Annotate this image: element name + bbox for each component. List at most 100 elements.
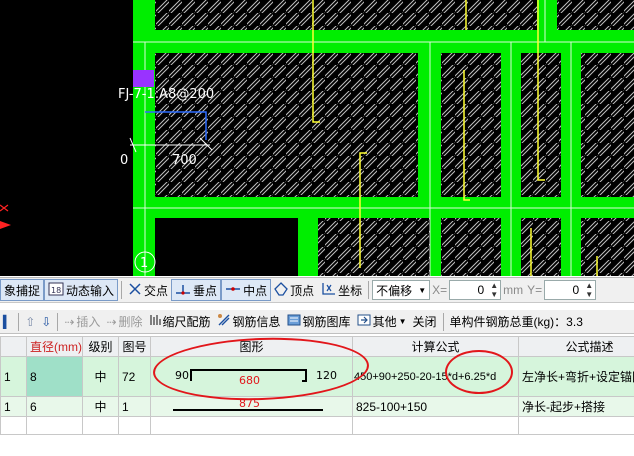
- expand-icon[interactable]: ▍: [0, 311, 15, 333]
- rebar-library-icon: [287, 313, 301, 330]
- cad-canvas[interactable]: 1 FJ-7-1:A8@200 0 700: [0, 0, 634, 276]
- row-index: 1: [0, 356, 27, 397]
- rebar-info-label: 钢筋信息: [232, 315, 281, 329]
- spinner-arrows-icon[interactable]: ▲ ▼: [490, 281, 498, 299]
- coordinate-snap-button[interactable]: 坐标: [317, 279, 365, 301]
- chevron-down-icon: ▼: [398, 317, 407, 326]
- perpendicular-label: 垂点: [193, 283, 218, 298]
- separator: [442, 312, 444, 331]
- shape-cell[interactable]: 90 680 120: [150, 356, 353, 397]
- other-icon: [357, 313, 371, 330]
- x-label: X=: [432, 283, 448, 297]
- formula-cell[interactable]: 450+90+250-20-15*d+6.25*d: [352, 356, 519, 397]
- dim-right: 700: [172, 153, 197, 168]
- perpendicular-snap-button[interactable]: 垂点: [171, 279, 222, 301]
- other-menu-button[interactable]: 其他 ▼: [354, 311, 410, 333]
- rebar-info-button[interactable]: 钢筋信息: [214, 311, 284, 333]
- midpoint-snap-button[interactable]: 中点: [221, 279, 272, 301]
- y-label: Y=: [527, 283, 543, 297]
- insert-button[interactable]: ⇢ 插入: [61, 311, 103, 333]
- col-diameter[interactable]: 直径(mm): [26, 336, 83, 357]
- shape-mid-value: 875: [239, 397, 260, 410]
- separator: [18, 312, 20, 331]
- move-down-button[interactable]: ⇩: [38, 311, 54, 333]
- figure-no-cell[interactable]: 1: [118, 396, 151, 417]
- x-value: 0: [477, 283, 485, 297]
- svg-text:18: 18: [51, 286, 61, 295]
- description-cell[interactable]: 左净长+弯折+设定锚固: [518, 356, 634, 397]
- x-input[interactable]: 0 ▲ ▼: [449, 280, 502, 300]
- grade-cell[interactable]: 中: [82, 396, 119, 417]
- arrow-down-icon: ⇩: [41, 314, 52, 329]
- scale-rebar-label: 缩尺配筋: [162, 315, 211, 329]
- chevron-down-icon: ▼: [418, 285, 427, 295]
- rebar-shape-drawing: 90 680 120: [175, 369, 337, 387]
- shape-left-value: 90: [175, 369, 189, 382]
- shape-mid-value: 680: [239, 374, 260, 387]
- scale-rebar-icon: [149, 313, 161, 330]
- close-button[interactable]: 关闭: [410, 311, 440, 333]
- midpoint-icon: [225, 282, 241, 299]
- col-index: [0, 336, 27, 357]
- rebar-info-icon: [217, 313, 231, 330]
- intersection-snap-button[interactable]: 交点: [125, 279, 171, 301]
- object-snap-button[interactable]: 象捕捉: [0, 279, 45, 301]
- grip-handle[interactable]: [133, 70, 154, 87]
- x-unit: mm: [503, 283, 524, 297]
- row-index: 1: [0, 396, 27, 417]
- separator: [57, 312, 59, 331]
- diameter-cell[interactable]: 6: [26, 396, 83, 417]
- insert-icon: ⇢: [64, 314, 75, 329]
- separator: [368, 281, 370, 299]
- move-up-button[interactable]: ⇧: [22, 311, 38, 333]
- col-formula[interactable]: 计算公式: [352, 336, 519, 357]
- insert-label: 插入: [76, 315, 101, 329]
- col-description[interactable]: 公式描述: [518, 336, 634, 357]
- delete-button[interactable]: ⇢ 删除: [103, 311, 145, 333]
- shape-right-value: 120: [316, 369, 337, 382]
- cad-drawing[interactable]: 1 FJ-7-1:A8@200 0 700: [0, 0, 634, 276]
- vertex-snap-button[interactable]: 顶点: [271, 279, 317, 301]
- close-label: 关闭: [412, 315, 437, 329]
- rebar-library-label: 钢筋图库: [302, 315, 351, 329]
- col-grade[interactable]: 级别: [82, 336, 119, 357]
- coordinate-icon: [320, 282, 336, 299]
- offset-select-value: 不偏移: [376, 283, 413, 298]
- empty-row: [0, 416, 634, 435]
- rebar-library-button[interactable]: 钢筋图库: [284, 311, 354, 333]
- table-row[interactable]: 1 6 中 1 875 825-100+150 净长-起步+搭接: [0, 396, 634, 417]
- table-header: 直径(mm) 级别 图号 图形 计算公式 公式描述: [0, 336, 634, 357]
- dim-left: 0: [120, 153, 128, 168]
- object-snap-label: 象捕捉: [4, 283, 41, 298]
- svg-text:1: 1: [140, 256, 148, 271]
- rebar-table[interactable]: 直径(mm) 级别 图号 图形 计算公式 公式描述 1 8 中 72 90 68…: [0, 336, 634, 456]
- scale-rebar-button[interactable]: 缩尺配筋: [146, 311, 214, 333]
- offset-select[interactable]: 不偏移 ▼: [372, 280, 431, 300]
- spinner-arrows-icon[interactable]: ▲ ▼: [585, 281, 593, 299]
- y-value: 0: [572, 283, 580, 297]
- dynamic-input-button[interactable]: 18 动态输入: [44, 279, 119, 301]
- col-figure-no[interactable]: 图号: [118, 336, 151, 357]
- snap-toolbar: 象捕捉 18 动态输入 交点 垂点 中点 顶点 坐标 不偏移 ▼ X= 0 ▲ …: [0, 277, 634, 303]
- arrow-up-icon: ⇧: [25, 314, 36, 329]
- figure-no-cell[interactable]: 72: [118, 356, 151, 397]
- description-cell[interactable]: 净长-起步+搭接: [518, 396, 634, 417]
- separator: [121, 281, 123, 299]
- col-shape[interactable]: 图形: [150, 336, 353, 357]
- rebar-shape-drawing: 875: [173, 397, 323, 411]
- rebar-toolbar: ▍ ⇧ ⇩ ⇢ 插入 ⇢ 删除 缩尺配筋 钢筋信息 钢筋图库 其他 ▼ 关闭 单…: [0, 310, 634, 334]
- y-input[interactable]: 0 ▲ ▼: [544, 280, 597, 300]
- intersection-label: 交点: [144, 283, 169, 298]
- shape-cell[interactable]: 875: [150, 396, 353, 417]
- perpendicular-icon: [175, 282, 191, 299]
- vertex-label: 顶点: [290, 283, 315, 298]
- table-row[interactable]: 1 8 中 72 90 680 120 450+90+250-20-15*d+6…: [0, 356, 634, 397]
- dynamic-input-label: 动态输入: [66, 283, 115, 298]
- grade-cell[interactable]: 中: [82, 356, 119, 397]
- formula-cell[interactable]: 825-100+150: [352, 396, 519, 417]
- diameter-cell[interactable]: 8: [26, 356, 83, 397]
- rebar-label: FJ-7-1:A8@200: [118, 87, 214, 102]
- total-weight: 单构件钢筋总重(kg)：3.3: [449, 315, 583, 329]
- other-label: 其他: [372, 315, 397, 329]
- midpoint-label: 中点: [243, 283, 268, 298]
